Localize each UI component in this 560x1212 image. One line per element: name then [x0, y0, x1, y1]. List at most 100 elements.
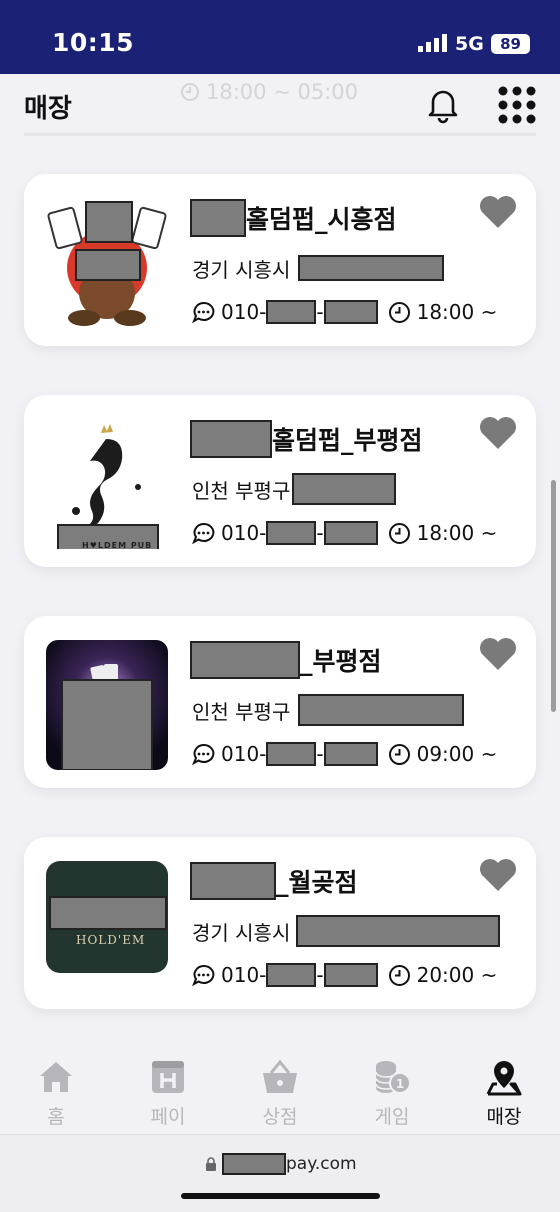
clock-icon	[388, 964, 410, 986]
bottom-tab-bar: 홈 페이 상점 1 게임 매장	[0, 1046, 560, 1134]
chat-icon	[192, 743, 215, 765]
store-region: 인천 부평구	[192, 478, 291, 503]
heart-icon[interactable]	[478, 415, 518, 451]
logo-text: H♥LDEM PUB	[82, 541, 153, 550]
tab-label: 페이	[150, 1106, 186, 1128]
clock-icon	[388, 743, 410, 765]
chat-icon	[192, 964, 215, 986]
store-hours: 18:00 ~	[416, 521, 498, 545]
redacted-phone	[323, 300, 378, 324]
clock-icon	[388, 522, 410, 544]
status-bar: 10:15 5G 89	[0, 0, 560, 74]
store-hours: 18:00 ~	[416, 300, 498, 324]
redacted-name	[190, 862, 276, 900]
redacted-address	[298, 694, 465, 726]
app-header: 매장 18:00 ~ 05:00	[0, 74, 560, 136]
redacted-phone	[266, 742, 317, 766]
store-name: _월곶점	[276, 868, 358, 897]
mascot-logo	[47, 201, 167, 326]
heart-icon[interactable]	[478, 636, 518, 672]
home-icon	[40, 1062, 72, 1092]
store-region: 경기 시흥시	[192, 920, 291, 945]
store-card[interactable]: _부평점 인천 부평구 010- - 09:00 ~	[24, 616, 536, 788]
lock-icon	[206, 1157, 216, 1171]
store-region: 인천 부평구	[192, 699, 291, 724]
tab-label: 매장	[486, 1106, 522, 1128]
store-name: 홀덤펍_부평점	[272, 426, 423, 455]
address-row: 인천 부평구	[192, 473, 397, 505]
home-indicator[interactable]	[181, 1193, 380, 1199]
store-region: 경기 시흥시	[192, 257, 291, 282]
network-label: 5G	[455, 33, 484, 55]
header-divider	[24, 133, 536, 136]
clock-icon	[181, 83, 199, 101]
url-domain: pay.com	[286, 1154, 357, 1174]
holdem-logo	[46, 861, 168, 973]
store-name-row: _부평점	[190, 640, 382, 680]
galaxy-logo	[46, 640, 168, 770]
contact-row: 010- - 20:00 ~	[192, 961, 497, 989]
tab-label: 게임	[374, 1106, 410, 1128]
address-row: 인천 부평구	[192, 694, 465, 726]
tab-shop[interactable]: 상점	[224, 1046, 336, 1134]
address-row: 경기 시흥시	[192, 915, 501, 947]
store-name-row: 홀덤펍_시흥점	[190, 198, 397, 238]
chat-icon	[192, 522, 215, 544]
hotel-icon	[152, 1061, 184, 1093]
signal-icon	[418, 34, 447, 52]
redacted-name	[190, 420, 272, 458]
scrollbar[interactable]	[551, 480, 556, 712]
ghost-hours: 18:00 ~ 05:00	[180, 80, 358, 104]
store-card[interactable]: HOLD'EM _월곶점 경기 시흥시 010- - 20:00 ~	[24, 837, 536, 1009]
tab-pay[interactable]: 페이	[112, 1046, 224, 1134]
phone-prefix: 010-	[221, 742, 267, 766]
store-name: _부평점	[300, 647, 382, 676]
redacted-address	[292, 473, 397, 505]
redacted-phone	[266, 963, 317, 987]
heart-icon[interactable]	[478, 194, 518, 230]
phone-prefix: 010-	[221, 963, 267, 987]
store-card[interactable]: H♥LDEM PUB 홀덤펍_부평점 인천 부평구 010- - 18:00 ~	[24, 395, 536, 567]
redacted-domain	[222, 1153, 286, 1175]
svg-text:1: 1	[396, 1077, 404, 1091]
tab-store[interactable]: 매장	[448, 1046, 560, 1134]
chat-icon	[192, 301, 215, 323]
tab-game[interactable]: 1 게임	[336, 1046, 448, 1134]
redacted-phone	[266, 300, 317, 324]
tab-home[interactable]: 홈	[0, 1046, 112, 1134]
status-time: 10:15	[52, 28, 135, 57]
clock-icon	[388, 301, 410, 323]
redacted-address	[298, 255, 445, 281]
browser-url-bar[interactable]: pay.com	[0, 1134, 560, 1212]
phone-prefix: 010-	[221, 521, 267, 545]
heart-icon[interactable]	[478, 857, 518, 893]
store-card[interactable]: 홀덤펍_시흥점 경기 시흥시 010- - 18:00 ~	[24, 174, 536, 346]
store-name-row: 홀덤펍_부평점	[190, 419, 423, 459]
redacted-phone	[323, 742, 378, 766]
ghost-hours-text: 18:00 ~ 05:00	[206, 80, 358, 104]
redacted-address	[296, 915, 501, 947]
tab-label: 홈	[47, 1106, 65, 1128]
redacted-name	[190, 641, 300, 679]
store-name: 홀덤펍_시흥점	[246, 205, 397, 234]
store-hours: 20:00 ~	[416, 963, 498, 987]
contact-row: 010- - 18:00 ~	[192, 298, 497, 326]
redacted-phone	[323, 521, 378, 545]
store-name-row: _월곶점	[190, 861, 358, 901]
basket-icon	[263, 1059, 297, 1093]
battery-icon: 89	[491, 34, 530, 54]
bell-icon[interactable]	[423, 84, 463, 124]
grid-menu-icon[interactable]	[496, 84, 538, 126]
coins-icon: 1	[375, 1061, 411, 1094]
address-row: 경기 시흥시	[192, 254, 445, 282]
store-hours: 09:00 ~	[416, 742, 498, 766]
contact-row: 010- - 09:00 ~	[192, 740, 497, 768]
tab-label: 상점	[262, 1106, 298, 1128]
phone-prefix: 010-	[221, 300, 267, 324]
redacted-phone	[266, 521, 317, 545]
redacted-name	[190, 199, 246, 237]
seahorse-logo	[57, 424, 159, 549]
map-pin-icon	[486, 1061, 522, 1096]
logo-text: HOLD'EM	[76, 933, 146, 947]
contact-row: 010- - 18:00 ~	[192, 519, 497, 547]
